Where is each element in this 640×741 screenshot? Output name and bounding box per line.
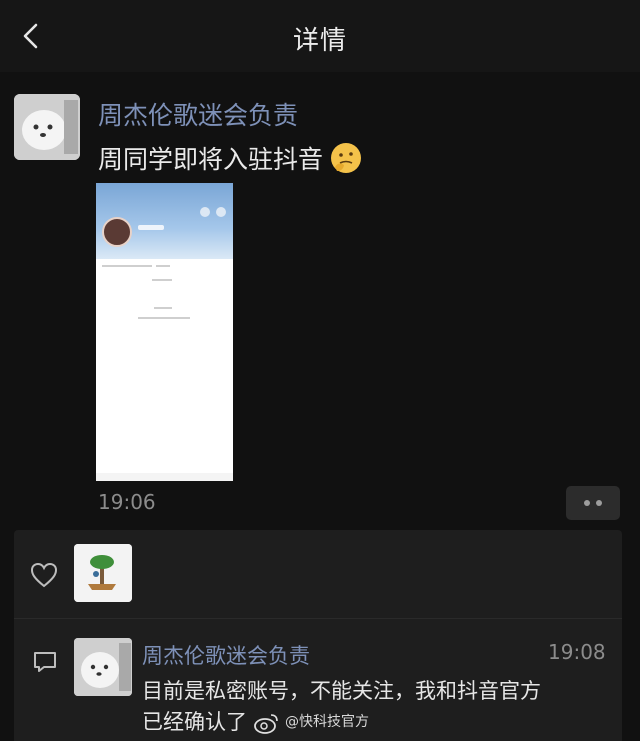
post-text-content: 周同学即将入驻抖音 bbox=[98, 145, 324, 174]
watermark-text: @快科技官方 bbox=[285, 714, 369, 730]
like-avatar[interactable] bbox=[74, 544, 132, 602]
avatar[interactable] bbox=[14, 94, 80, 160]
page-title: 详情 bbox=[292, 26, 347, 56]
divider bbox=[14, 618, 622, 619]
post-time: 19:06 bbox=[98, 490, 156, 514]
top-bar: 详情 bbox=[0, 0, 640, 72]
image-bottom-bar bbox=[96, 473, 233, 481]
more-button[interactable] bbox=[566, 486, 620, 520]
comment-avatar[interactable] bbox=[74, 638, 132, 696]
image-avatar bbox=[102, 217, 132, 247]
image-line bbox=[138, 317, 190, 319]
post-text: 周同学即将入驻抖音 bbox=[98, 140, 363, 176]
comment-text: 目前是私密账号，不能关注，我和抖音官方 已经确认了 @快科技官方 bbox=[142, 676, 612, 738]
image-line bbox=[154, 307, 172, 309]
image-line bbox=[102, 265, 152, 267]
image-line bbox=[152, 279, 172, 281]
comment-line-2: 已经确认了 bbox=[142, 710, 247, 734]
image-line bbox=[156, 265, 170, 267]
comment-line-2-row: 已经确认了 @快科技官方 bbox=[142, 707, 612, 738]
thinking-face-icon bbox=[331, 143, 362, 173]
heart-icon bbox=[30, 562, 58, 588]
image-name bbox=[138, 225, 164, 230]
dot-icon bbox=[584, 500, 590, 506]
comment-line-1: 目前是私密账号，不能关注，我和抖音官方 bbox=[142, 679, 541, 703]
post-author[interactable]: 周杰伦歌迷会负责 bbox=[98, 96, 298, 132]
post-image[interactable] bbox=[96, 183, 233, 481]
dot-icon bbox=[596, 500, 602, 506]
comment-icon bbox=[34, 652, 56, 672]
comment-time: 19:08 bbox=[548, 640, 606, 664]
image-dot bbox=[216, 207, 226, 217]
image-dot bbox=[200, 207, 210, 217]
comment-author[interactable]: 周杰伦歌迷会负责 bbox=[142, 640, 310, 670]
weibo-icon bbox=[254, 713, 278, 734]
